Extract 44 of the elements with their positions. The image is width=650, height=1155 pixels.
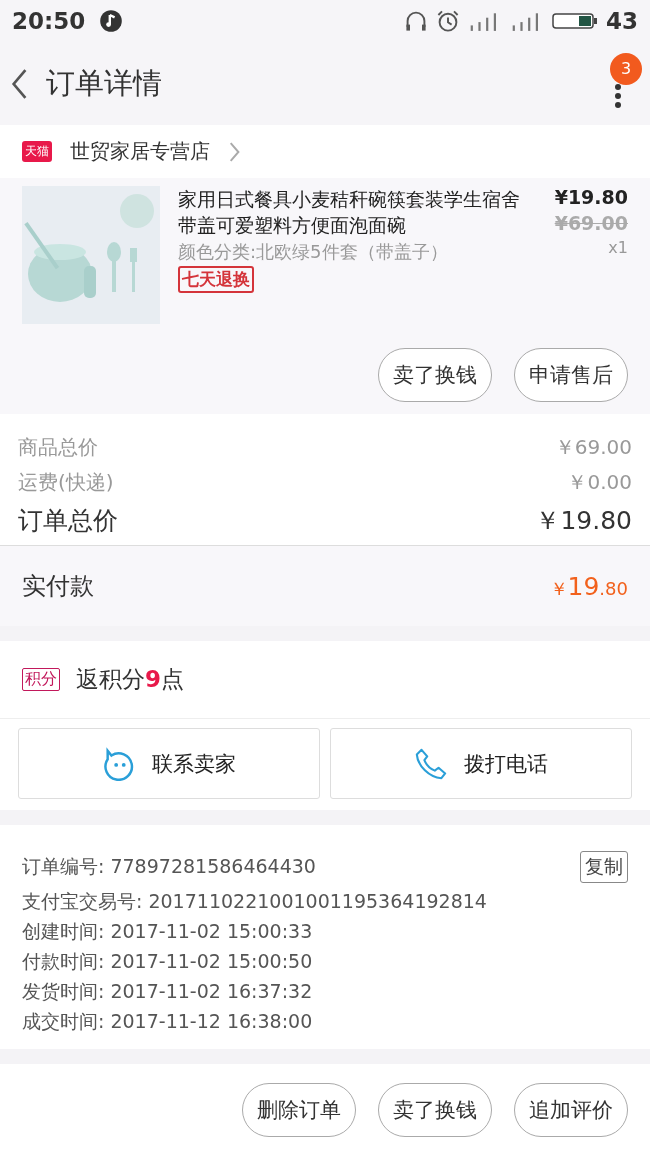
summary-value: ￥69.00	[554, 434, 632, 461]
back-icon[interactable]	[10, 67, 28, 100]
more-icon[interactable]	[614, 82, 622, 109]
original-price: ¥69.00	[554, 212, 628, 234]
summary-label: 商品总价	[18, 434, 98, 461]
return-policy-tag: 七天退换	[178, 266, 254, 293]
quantity: x1	[608, 238, 628, 257]
headset-icon	[404, 9, 428, 33]
copy-button[interactable]: 复制	[580, 851, 628, 883]
contact-button[interactable]: 联系卖家	[18, 728, 320, 799]
order-info-line: 付款时间: 2017-11-02 15:00:50	[22, 949, 313, 974]
order-info-line: 支付宝交易号: 2017110221001001195364192814	[22, 889, 487, 914]
clock-time: 20:50	[12, 8, 86, 34]
order-info-line: 订单编号: 77897281586464430	[22, 854, 316, 879]
alarm-icon	[436, 9, 460, 33]
summary-label: 订单总价	[18, 505, 118, 537]
points-text: 返积分9点	[76, 665, 184, 694]
notification-badge: 3	[610, 52, 642, 85]
battery-icon	[552, 12, 598, 30]
product-title[interactable]: 家用日式餐具小麦秸秆碗筷套装学生宿舍带盖可爱塑料方便面泡面碗	[178, 186, 530, 238]
product-variant: 颜色分类:北欧绿5件套（带盖子）	[178, 240, 448, 264]
action-button[interactable]: 删除订单	[242, 1082, 356, 1137]
action-button[interactable]: 卖了换钱	[378, 348, 492, 402]
order-info-line: 成交时间: 2017-11-12 16:38:00	[22, 1009, 313, 1034]
summary-label: 运费(快递)	[18, 469, 114, 496]
chat-bubble-icon	[102, 746, 136, 781]
paid-amount: ￥19.80	[549, 571, 628, 601]
store-tag: 天猫	[22, 141, 52, 162]
phone-icon	[414, 746, 448, 781]
store-name[interactable]: 世贸家居专营店	[70, 138, 210, 165]
action-button[interactable]: 卖了换钱	[378, 1082, 492, 1137]
summary-value: ￥19.80	[535, 505, 632, 537]
product-price: ¥19.80	[554, 186, 628, 208]
action-button[interactable]: 申请售后	[514, 348, 628, 402]
order-info-line: 创建时间: 2017-11-02 15:00:33	[22, 919, 313, 944]
contact-button[interactable]: 拨打电话	[330, 728, 632, 799]
notification-icon	[99, 9, 124, 33]
points-tag: 积分	[22, 668, 60, 691]
summary-value: ￥0.00	[567, 469, 632, 496]
page-title: 订单详情	[46, 64, 162, 102]
action-button[interactable]: 追加评价	[514, 1082, 628, 1137]
order-info-line: 发货时间: 2017-11-02 16:37:32	[22, 979, 313, 1004]
paid-label: 实付款	[22, 571, 94, 602]
battery-level: 43	[606, 8, 638, 34]
